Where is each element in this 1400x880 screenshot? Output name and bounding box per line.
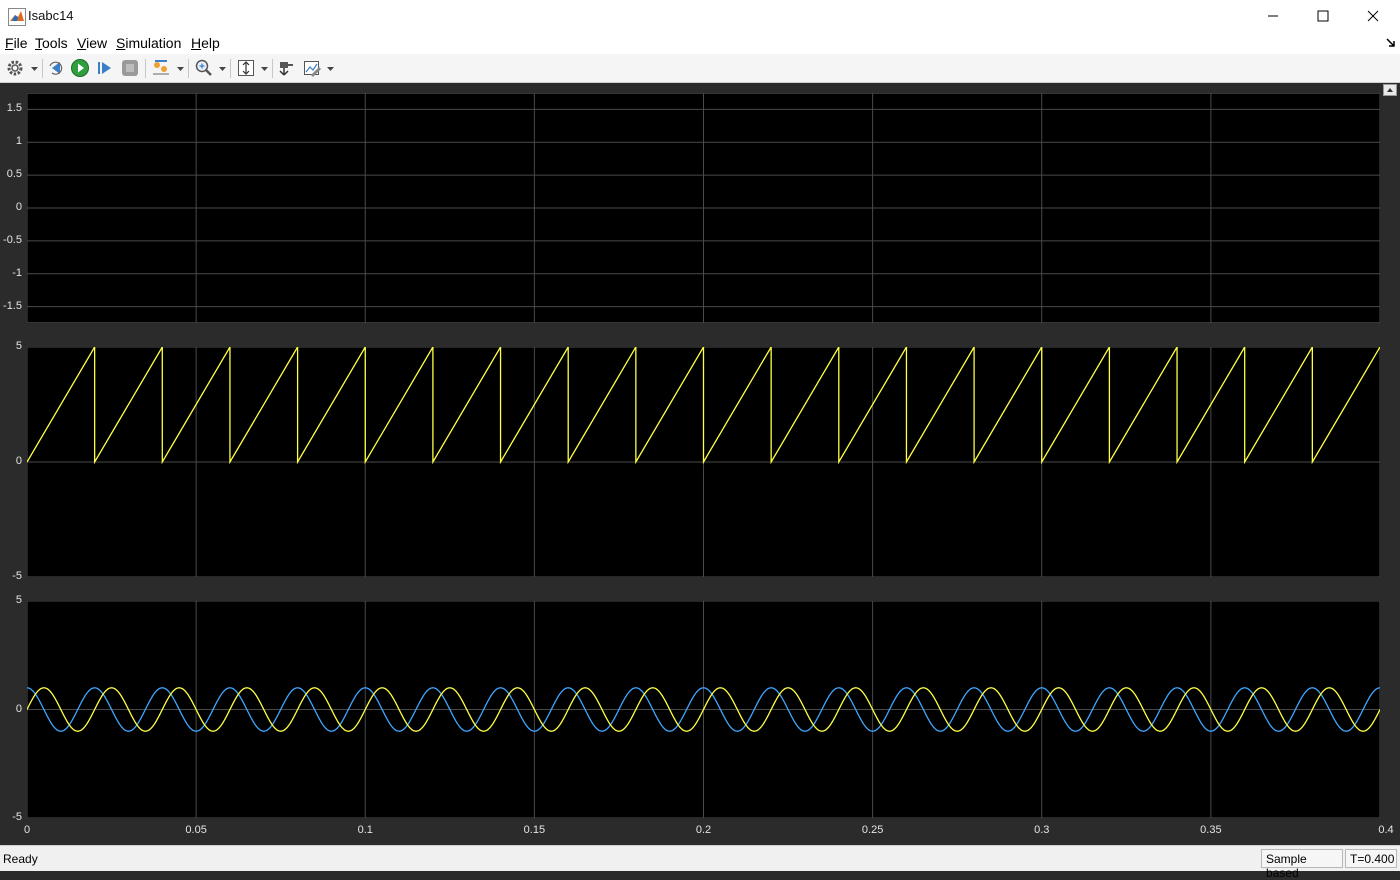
y-tick-label: 0 xyxy=(15,702,22,715)
y-tick-label: 5 xyxy=(15,340,22,352)
x-tick-label: 0 xyxy=(23,824,31,836)
scope-axes-3[interactable] xyxy=(27,601,1380,818)
maximize-icon xyxy=(1317,10,1329,22)
chevron-down-icon[interactable] xyxy=(177,66,184,72)
status-bar: Ready Sample based T=0.400 xyxy=(0,845,1400,880)
minimize-button[interactable] xyxy=(1248,0,1298,32)
close-button[interactable] xyxy=(1348,0,1398,32)
status-text: Ready xyxy=(3,852,38,866)
chevron-down-icon[interactable] xyxy=(31,66,38,72)
dock-arrow-icon[interactable] xyxy=(1386,38,1396,48)
window-title: Isabc14 xyxy=(28,8,74,23)
y-tick-label: -5 xyxy=(12,570,22,582)
toolbar-separator xyxy=(42,59,43,78)
menu-tools[interactable]: Tools xyxy=(35,35,68,51)
matlab-logo-icon xyxy=(8,8,26,26)
chevron-down-icon[interactable] xyxy=(219,66,226,72)
signal-triggers-icon[interactable] xyxy=(151,58,171,78)
gear-icon[interactable] xyxy=(5,58,25,78)
time-indicator: T=0.400 xyxy=(1345,849,1397,868)
y-tick-label: -5 xyxy=(12,811,22,823)
highlight-block-icon[interactable] xyxy=(276,58,296,78)
x-tick-label: 0.1 xyxy=(357,824,373,836)
y-tick-label: -0.5 xyxy=(3,233,22,246)
menu-file[interactable]: File xyxy=(5,35,28,51)
y-tick-label: 5 xyxy=(15,594,22,606)
minimize-icon xyxy=(1268,15,1278,17)
edit-axes-icon[interactable] xyxy=(302,58,322,78)
run-icon[interactable] xyxy=(70,58,90,78)
menu-bar: File Tools View Simulation Help xyxy=(0,32,1400,54)
scale-axes-icon[interactable] xyxy=(236,58,256,78)
close-icon xyxy=(1367,10,1379,22)
menu-help[interactable]: Help xyxy=(191,35,220,51)
zoom-icon[interactable] xyxy=(194,58,214,78)
toolbar-separator xyxy=(230,59,231,78)
x-tick-label: 0.15 xyxy=(523,824,546,836)
toolbar-separator xyxy=(145,59,146,78)
toolbar xyxy=(0,54,1400,83)
y-tick-label: -1 xyxy=(12,266,22,279)
x-tick-label: 0.05 xyxy=(185,824,207,836)
series-line-1 xyxy=(27,347,1380,465)
step-back-icon[interactable] xyxy=(46,58,66,78)
menu-simulation[interactable]: Simulation xyxy=(116,35,181,51)
y-tick-label: 1 xyxy=(15,135,22,148)
toolbar-separator xyxy=(188,59,189,78)
step-forward-icon[interactable] xyxy=(95,58,115,78)
sample-mode-indicator: Sample based xyxy=(1261,849,1343,880)
y-tick-label: 0.5 xyxy=(6,168,22,181)
scope-axes-1[interactable] xyxy=(27,93,1380,323)
y-tick-label: 0 xyxy=(15,201,22,213)
stop-icon[interactable] xyxy=(120,58,140,78)
undock-axes-icon[interactable] xyxy=(1383,84,1397,96)
x-tick-label: 0.4 xyxy=(1378,824,1394,836)
y-tick-label: 1.5 xyxy=(6,102,22,115)
toolbar-separator xyxy=(272,59,273,78)
maximize-button[interactable] xyxy=(1298,0,1348,32)
menu-view[interactable]: View xyxy=(77,35,107,51)
chevron-down-icon[interactable] xyxy=(327,66,334,72)
x-tick-label: 0.3 xyxy=(1034,824,1050,836)
chevron-down-icon[interactable] xyxy=(261,66,268,72)
title-bar: Isabc14 xyxy=(0,0,1400,32)
y-tick-label: -1.5 xyxy=(3,299,22,312)
y-tick-label: 0 xyxy=(15,455,22,467)
scope-axes-2[interactable] xyxy=(27,347,1380,577)
x-tick-label: 0.2 xyxy=(695,824,712,836)
x-tick-label: 0.25 xyxy=(861,824,884,836)
x-tick-label: 0.35 xyxy=(1200,824,1222,836)
